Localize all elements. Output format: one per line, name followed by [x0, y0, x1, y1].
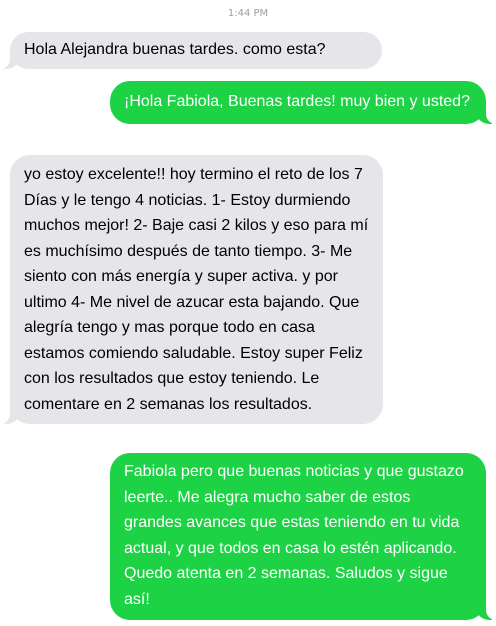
- timestamp: 1:44 PM: [227, 8, 269, 19]
- message-bubble-outgoing[interactable]: ¡Hola Fabiola, Buenas tardes! muy bien y…: [110, 81, 496, 124]
- message-bubble-incoming[interactable]: yo estoy excelente!! hoy termino el reto…: [0, 155, 383, 424]
- message-bubble-outgoing[interactable]: Fabiola pero que buenas noticias y que g…: [110, 453, 496, 620]
- message-bubble-incoming[interactable]: Hola Alejandra buenas tardes. como esta?: [0, 32, 382, 69]
